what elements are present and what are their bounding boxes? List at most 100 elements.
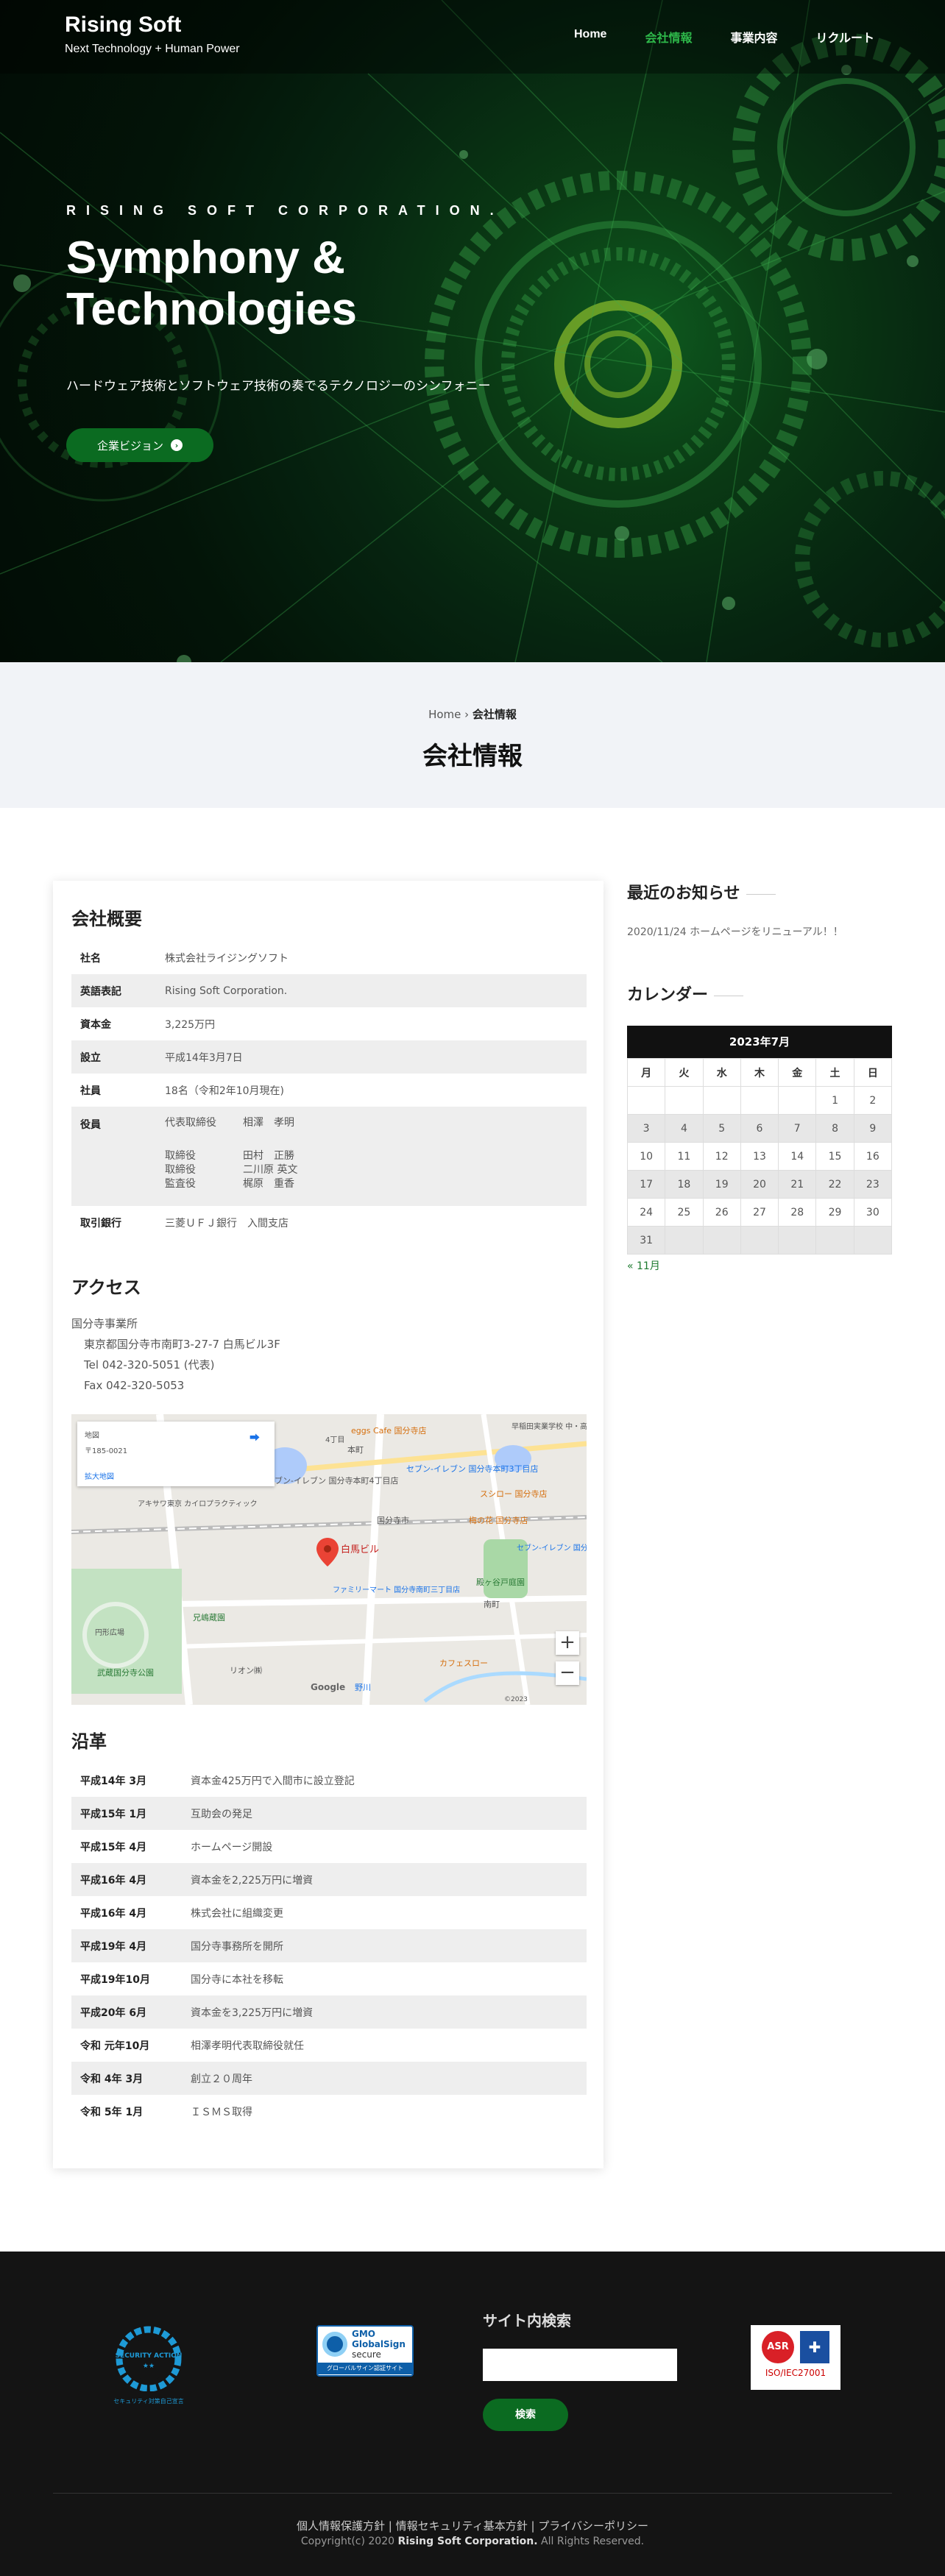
map-label: セブン-イレブン 国分寺本町4丁目店 <box>266 1475 398 1486</box>
zoom-in-button[interactable]: + <box>556 1631 579 1655</box>
map-label: 武蔵国分寺公園 <box>97 1668 154 1678</box>
calendar-day: 16 <box>853 1142 893 1171</box>
table-row: 資本金 3,225万円 <box>71 1007 587 1040</box>
globalsign-seal[interactable]: GMO GlobalSign secure グローバルサイン認証サイト <box>316 2325 414 2377</box>
history-date: 平成16年 4月 <box>80 1874 147 1887</box>
history-date: 平成14年 3月 <box>80 1775 147 1787</box>
globalsign-name: GlobalSign <box>352 2339 406 2349</box>
map-label: 兄嶋蔵園 <box>193 1612 225 1622</box>
calendar-day: 26 <box>702 1198 741 1227</box>
breadcrumb-home[interactable]: Home <box>428 708 461 721</box>
row-key: 社名 <box>80 952 101 965</box>
history-event: 国分寺事務所を開所 <box>191 1940 283 1953</box>
calendar-day: 30 <box>853 1198 893 1227</box>
calendar-day <box>740 1086 779 1115</box>
history-event: 互助会の発足 <box>191 1808 252 1820</box>
calendar-day <box>778 1226 817 1255</box>
office-name: 国分寺事業所 <box>71 1317 138 1330</box>
calendar-day: 14 <box>778 1142 817 1171</box>
history-row: 平成19年 4月 国分寺事務所を開所 <box>71 1929 587 1962</box>
overview-table: 社名 株式会社ライジングソフト 英語表記 Rising Soft Corporati… <box>71 941 587 1239</box>
calendar-prev-link[interactable]: « 11月 <box>627 1258 660 1273</box>
brand[interactable]: Rising Soft Next Technology + Human Powe… <box>65 12 240 59</box>
calendar-day: 15 <box>815 1142 854 1171</box>
row-value: 18名（令和2年10月現在) <box>165 1085 284 1097</box>
office-tel: Tel 042-320-5051 (代表) <box>84 1358 215 1372</box>
content-card: 会社概要 社名 株式会社ライジングソフト 英語表記 Rising Soft Corp… <box>53 881 604 2168</box>
header-bar: Rising Soft Next Technology + Human Powe… <box>0 0 945 74</box>
map-label: リオン㈱ <box>230 1666 262 1675</box>
map-enlarge-link[interactable]: 拡大地図 <box>85 1470 267 1481</box>
history-row: 平成14年 3月 資本金425万円で入間市に設立登記 <box>71 1764 587 1797</box>
iso-certification-logo[interactable]: ASR ✚ ISO/IEC27001 <box>751 2325 840 2390</box>
calendar-day: 9 <box>853 1114 893 1143</box>
vision-button-label: 企業ビジョン <box>96 439 163 453</box>
history-event: 資本金を3,225万円に増資 <box>191 2006 314 2019</box>
calendar-day: 8 <box>815 1114 854 1143</box>
calendar-day <box>778 1086 817 1115</box>
site-search-title: サイト内検索 <box>483 2312 571 2330</box>
copyright: Copyright(c) 2020 Rising Soft Corporatio… <box>0 2536 945 2547</box>
row-key: 役員 <box>80 1119 101 1131</box>
map-label: カフェスロー <box>439 1658 488 1668</box>
calendar-day: 3 <box>626 1114 666 1143</box>
calendar-weekday: 日 <box>853 1058 893 1087</box>
nav-business[interactable]: 事業内容 <box>730 28 777 46</box>
officers-list: 代表取締役 相澤 孝明 取締役 田村 正勝 取締役 二川原 英文 監査役 梶原 重香 <box>156 1107 587 1206</box>
footer: SECURITY ACTION ★★ セキュリティ対策自己宣言 GMO Glob… <box>0 2252 945 2576</box>
globalsign-secure: secure <box>352 2349 381 2360</box>
calendar: 2023年7月 月火水木金土日 1 2 3 4 5 6 7 8 9 10 11 12 13 14 15 16 1… <box>626 1026 893 1255</box>
calendar-day: 21 <box>778 1170 817 1199</box>
row-key: 英語表記 <box>80 985 121 998</box>
arrow-right-icon: › <box>171 439 183 451</box>
nav-recruit[interactable]: リクルート <box>815 28 874 46</box>
directions-icon[interactable]: ⮕ <box>249 1430 260 1445</box>
calendar-day: 20 <box>740 1170 779 1199</box>
embedded-map[interactable]: セブン-イレブン 国分寺本町4丁目店 セブン-イレブン 国分寺本町3丁目店 スシ… <box>71 1414 587 1705</box>
map-label: 本町 <box>347 1444 364 1455</box>
news-heading-text: 最近のお知らせ <box>627 884 740 903</box>
calendar-day: 18 <box>665 1170 704 1199</box>
news-item[interactable]: 2020/11/24 ホームページをリニューアル！！ <box>627 924 843 939</box>
officer-role: 取締役 <box>165 1164 196 1176</box>
history-row: 平成20年 6月 資本金を3,225万円に増資 <box>71 1995 587 2029</box>
officer-role: 代表取締役 <box>165 1117 216 1129</box>
breadcrumb-separator: › <box>464 708 470 721</box>
map-pin-label: 白馬ビル <box>341 1544 379 1555</box>
map-label: スシロー 国分寺店 <box>480 1489 548 1499</box>
zoom-out-button[interactable]: − <box>556 1661 579 1685</box>
map-label: 梅の花 国分寺店 <box>469 1515 528 1525</box>
calendar-day: 6 <box>740 1114 779 1143</box>
calendar-day <box>665 1226 704 1255</box>
site-search-input[interactable] <box>483 2349 677 2381</box>
nav-company[interactable]: 会社情報 <box>645 28 692 46</box>
table-row: 取引銀行 三菱ＵＦＪ銀行 入間支店 <box>71 1206 587 1239</box>
table-row: 設立 平成14年3月7日 <box>71 1040 587 1074</box>
map-label: 円形広場 <box>95 1628 124 1637</box>
vision-button[interactable]: 企業ビジョン › <box>66 428 213 462</box>
calendar-day: 25 <box>665 1198 704 1227</box>
calendar-weekday: 火 <box>665 1058 704 1087</box>
calendar-weekday: 月 <box>626 1058 666 1087</box>
globalsign-caption: グローバルサイン認証サイト <box>318 2363 412 2374</box>
row-key: 設立 <box>80 1051 101 1064</box>
calendar-heading: カレンダー <box>627 982 744 1005</box>
history-date: 平成15年 1月 <box>80 1808 147 1820</box>
calendar-day: 24 <box>626 1198 666 1227</box>
history-table: 平成14年 3月 資本金425万円で入間市に設立登記 平成15年 1月 互助会の発足平… <box>71 1764 587 2128</box>
calendar-day <box>626 1086 666 1115</box>
copyright-prefix: Copyright(c) 2020 <box>300 2536 398 2547</box>
map-label: 野川 <box>355 1683 371 1692</box>
history-date: 平成19年10月 <box>80 1973 150 1986</box>
security-action-text: SECURITY ACTION <box>116 2352 183 2360</box>
history-row: 令和 5年 1月 ＩＳＭＳ取得 <box>71 2095 587 2128</box>
news-heading: 最近のお知らせ <box>627 880 776 904</box>
office-fax: Fax 042-320-5053 <box>84 1379 185 1392</box>
history-date: 平成16年 4月 <box>80 1907 147 1920</box>
nav-home[interactable]: Home <box>574 28 606 46</box>
security-action-logo[interactable]: SECURITY ACTION ★★ セキュリティ対策自己宣言 <box>110 2325 187 2406</box>
footer-policy-links[interactable]: 個人情報保護方針 | 情報セキュリティ基本方針 | プライバシーポリシー <box>0 2518 945 2533</box>
history-row: 平成15年 4月 ホームページ開設 <box>71 1830 587 1863</box>
site-search-button[interactable]: 検索 <box>483 2399 568 2431</box>
map-label: 南町 <box>484 1600 500 1609</box>
